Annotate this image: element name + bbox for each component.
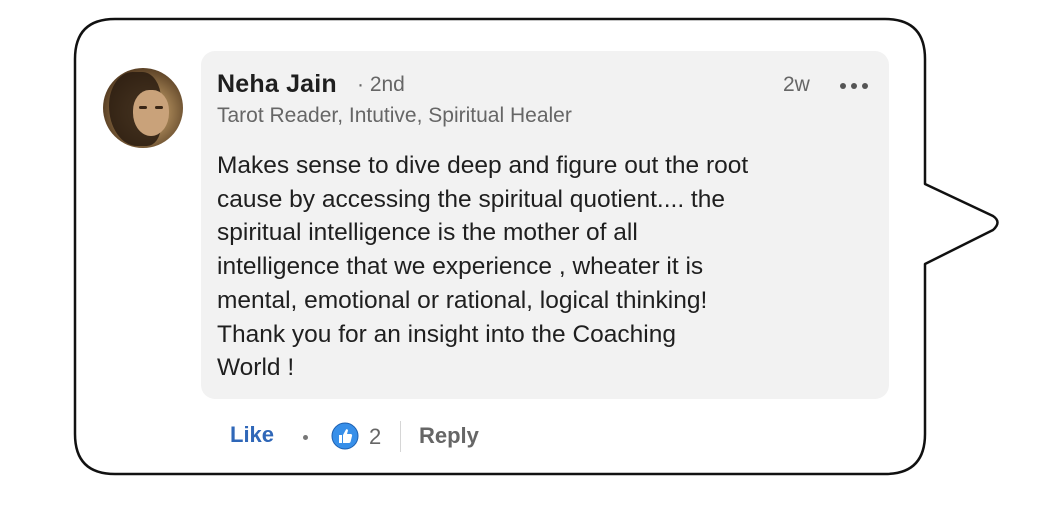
- more-options-icon[interactable]: [840, 82, 868, 90]
- dot-separator: [303, 435, 308, 440]
- like-button[interactable]: Like: [230, 422, 274, 448]
- thumbs-up-icon[interactable]: [331, 422, 359, 450]
- connection-degree: · 2nd: [357, 73, 405, 96]
- comment-timestamp: 2w: [783, 73, 810, 96]
- reply-button[interactable]: Reply: [419, 423, 479, 449]
- comment-text: Makes sense to dive deep and figure out …: [217, 152, 749, 382]
- comment-card: Neha Jain · 2nd 2w Tarot Reader, Intutiv…: [0, 0, 1043, 509]
- action-divider: [400, 421, 401, 452]
- author-avatar[interactable]: [103, 68, 183, 148]
- author-headline: Tarot Reader, Intutive, Spiritual Healer: [217, 104, 572, 127]
- reaction-count[interactable]: 2: [369, 424, 381, 450]
- author-name[interactable]: Neha Jain: [217, 70, 337, 99]
